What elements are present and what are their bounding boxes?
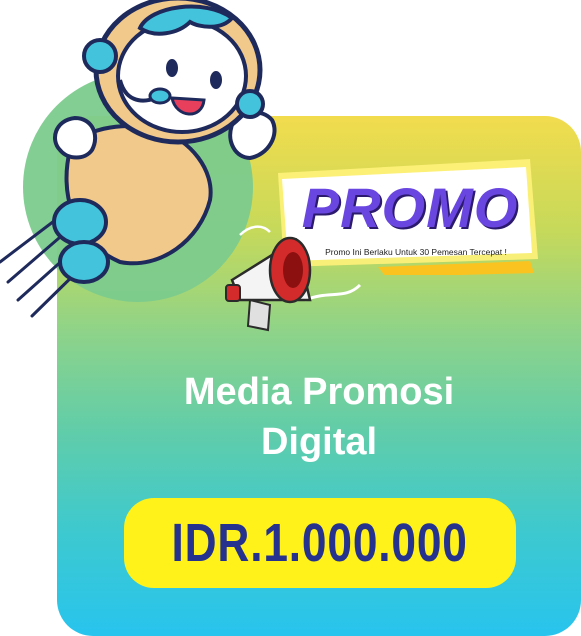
price-label: IDR.1.000.000 [171, 513, 469, 573]
promo-card-canvas: PROMO Promo Ini Berlaku Untuk 30 Pemesan… [0, 0, 581, 636]
price-badge: IDR.1.000.000 [124, 498, 516, 588]
product-title-line1: Media Promosi [183, 371, 455, 413]
product-title-line2: Digital [260, 421, 378, 463]
